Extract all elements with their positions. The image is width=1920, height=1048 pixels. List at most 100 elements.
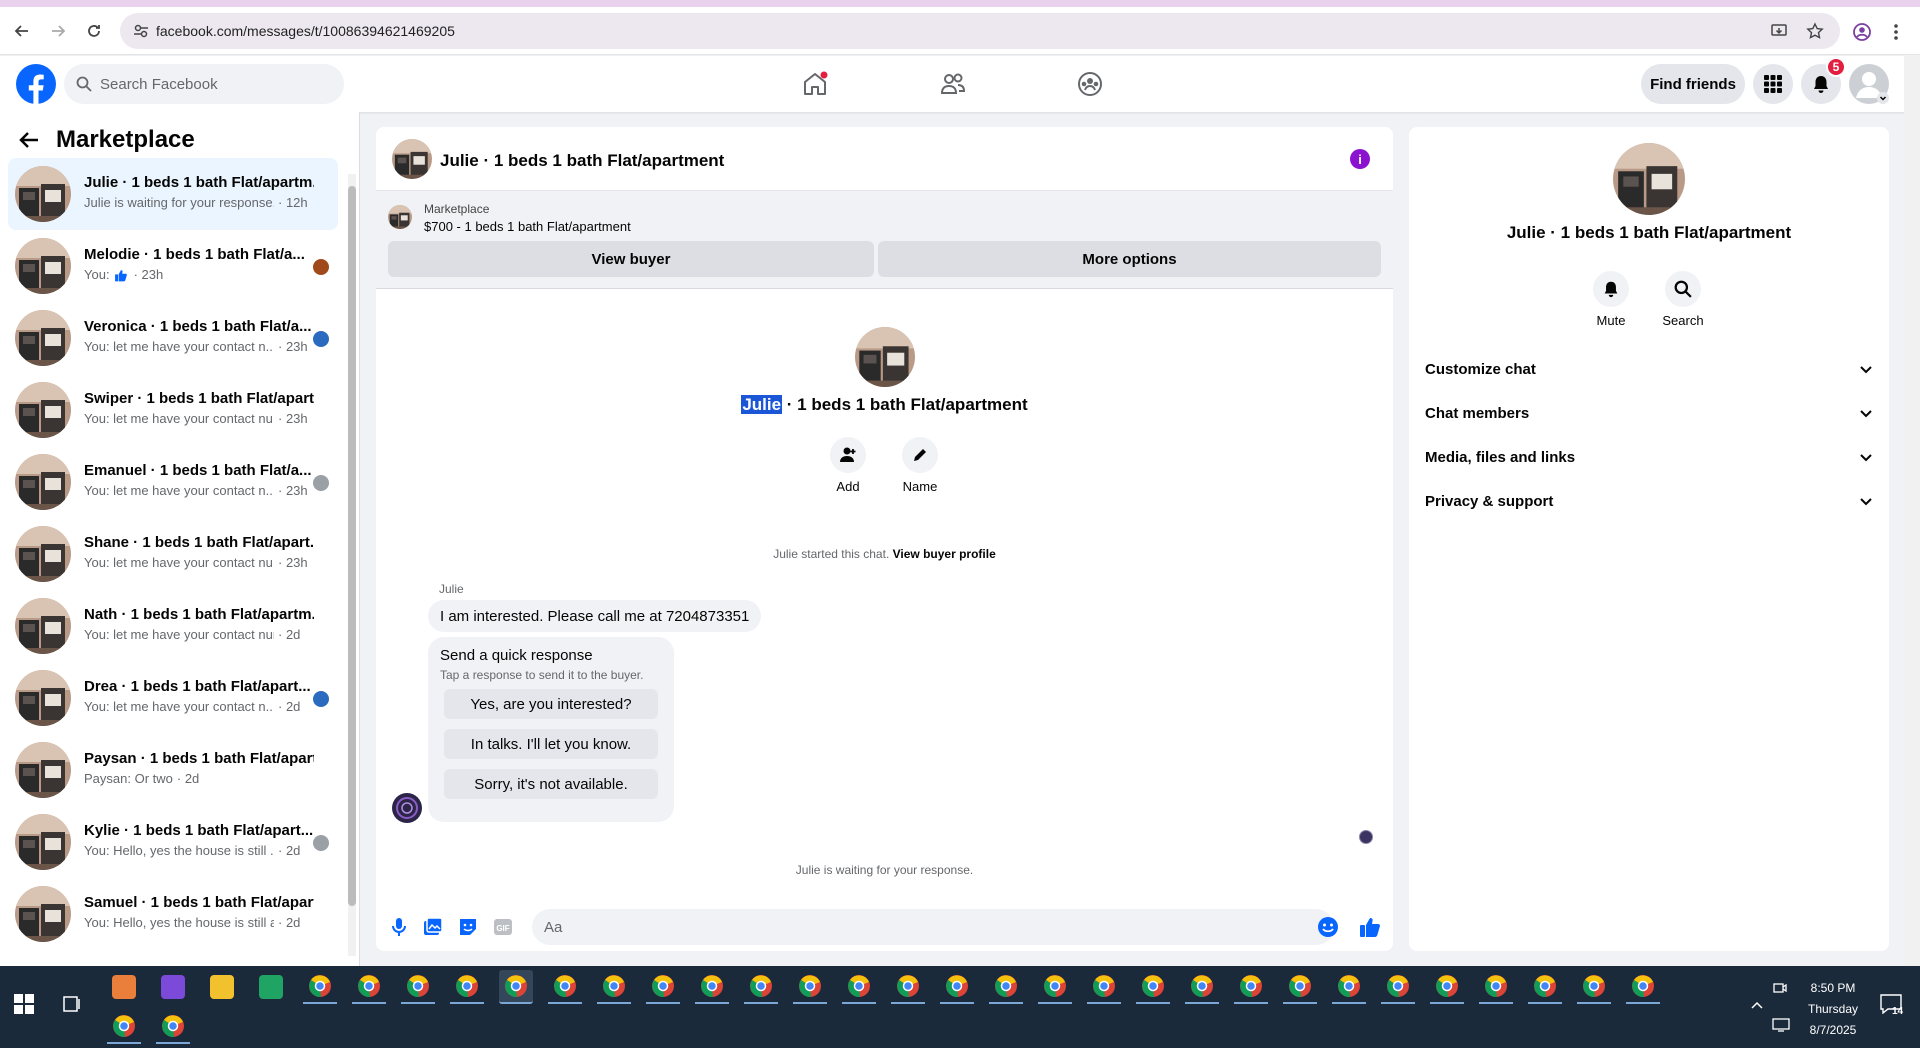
chrome-window-icon[interactable] [744,970,778,1004]
site-info-icon[interactable] [132,22,150,40]
account-chevron-icon[interactable] [1877,92,1889,104]
chrome-window-icon[interactable] [303,970,337,1004]
add-people-button[interactable]: Add [818,437,878,494]
page-scrollbar[interactable] [1904,56,1920,966]
chrome-window-icon[interactable] [1185,970,1219,1004]
quick-reply-button[interactable]: Yes, are you interested? [444,689,658,719]
sender-avatar[interactable] [392,793,422,823]
reload-icon[interactable] [82,19,106,43]
emoji-icon[interactable] [1317,916,1339,938]
chrome-window-icon[interactable] [450,970,484,1004]
customize-chat-section[interactable]: Customize chat [1425,349,1873,389]
sticker-icon[interactable] [457,916,479,938]
windows-start-icon[interactable] [14,994,34,1014]
chrome-window-icon[interactable] [401,970,435,1004]
chrome-window-icon[interactable] [352,970,386,1004]
conversation-item[interactable]: Nath · 1 beds 1 bath Flat/apartm... You: … [8,590,338,662]
chrome-window-icon[interactable] [695,970,729,1004]
network-monitor-icon[interactable] [1772,1018,1790,1032]
chat-members-section[interactable]: Chat members [1425,393,1873,433]
address-bar[interactable]: facebook.com/messages/t/1008639462146920… [120,13,1840,49]
chrome-window-icon[interactable] [793,970,827,1004]
search-conversation-button[interactable]: Search [1653,271,1713,328]
back-arrow-icon[interactable] [18,130,40,150]
message-input[interactable]: Aa [532,909,1334,945]
groups-nav-icon[interactable] [1074,68,1106,100]
listing-price[interactable]: $700 - 1 beds 1 bath Flat/apartment [424,219,631,234]
chrome-window-icon[interactable] [548,970,582,1004]
chrome-window-icon[interactable] [156,1010,190,1044]
chrome-window-icon[interactable] [1577,970,1611,1004]
sidebar-scrollbar[interactable] [348,174,356,956]
info-icon[interactable]: i [1350,149,1370,169]
media-files-links-section[interactable]: Media, files and links [1425,437,1873,477]
browser-menu-icon[interactable] [1893,22,1899,42]
chrome-window-icon[interactable] [940,970,974,1004]
back-icon[interactable] [10,19,34,43]
conversation-item[interactable]: Julie · 1 beds 1 bath Flat/apartm... Juli… [8,158,338,230]
tray-chevron-up-icon[interactable] [1750,1000,1764,1010]
taskbar-app-icon[interactable] [107,970,141,1004]
facebook-search-input[interactable]: Search Facebook [64,64,344,104]
conversation-item[interactable]: Drea · 1 beds 1 bath Flat/apart... You: l… [8,662,338,734]
taskbar-clock[interactable]: 8:50 PM Thursday 8/7/2025 [1797,978,1869,1041]
more-options-button[interactable]: More options [878,241,1381,277]
thumbs-up-icon[interactable] [1359,916,1381,938]
scrollbar-thumb[interactable] [348,186,356,906]
taskbar-app-icon[interactable] [254,970,288,1004]
chrome-window-icon[interactable] [989,970,1023,1004]
quick-reply-button[interactable]: In talks. I'll let you know. [444,729,658,759]
privacy-support-section[interactable]: Privacy & support [1425,481,1873,521]
chrome-window-icon[interactable] [646,970,680,1004]
name-chat-button[interactable]: Name [890,437,950,494]
chrome-window-icon[interactable] [1626,970,1660,1004]
friends-nav-icon[interactable] [937,68,969,100]
forward-icon[interactable] [46,19,70,43]
microphone-icon[interactable] [388,916,410,938]
chrome-window-icon[interactable] [1087,970,1121,1004]
gif-icon[interactable]: GIF [492,916,514,938]
taskbar-app-icon[interactable] [156,970,190,1004]
taskbar-app-icon[interactable] [205,970,239,1004]
view-buyer-button[interactable]: View buyer [388,241,874,277]
chat-title[interactable]: Julie · 1 beds 1 bath Flat/apartment [440,151,724,171]
quick-reply-button[interactable]: Sorry, it's not available. [444,769,658,799]
install-app-icon[interactable] [1770,22,1788,40]
chrome-window-icon[interactable] [499,970,533,1004]
conversation-item[interactable]: Kylie · 1 beds 1 bath Flat/apart... You: … [8,806,338,878]
bookmark-star-icon[interactable] [1806,22,1824,40]
chrome-window-icon[interactable] [1234,970,1268,1004]
conversation-item[interactable]: Emanuel · 1 beds 1 bath Flat/a... You: le… [8,446,338,518]
profile-icon[interactable] [1852,22,1872,42]
mute-button[interactable]: Mute [1581,271,1641,328]
listing-thumbnail[interactable] [392,139,432,179]
chrome-window-icon[interactable] [1430,970,1464,1004]
conversation-item[interactable]: Swiper · 1 beds 1 bath Flat/apart... You:… [8,374,338,446]
action-center-button[interactable]: 14 [1880,994,1903,1017]
home-nav-icon[interactable] [799,68,831,100]
conversation-item[interactable]: Samuel · 1 beds 1 bath Flat/apart... You:… [8,878,338,950]
chrome-window-icon[interactable] [1283,970,1317,1004]
conversation-item[interactable]: Melodie · 1 beds 1 bath Flat/a... You: · 2… [8,230,338,302]
message-bubble[interactable]: I am interested. Please call me at 72048… [428,600,762,632]
meet-now-icon[interactable] [1772,980,1788,996]
conversation-item[interactable]: Paysan · 1 beds 1 bath Flat/apart... Pays… [8,734,338,806]
conversation-item[interactable]: Veronica · 1 beds 1 bath Flat/a... You: l… [8,302,338,374]
menu-grid-icon[interactable] [1753,64,1793,104]
chrome-window-icon[interactable] [1332,970,1366,1004]
chrome-window-icon[interactable] [1381,970,1415,1004]
task-view-icon[interactable] [62,994,82,1014]
conversation-item[interactable]: Shane · 1 beds 1 bath Flat/apart... You: … [8,518,338,590]
chrome-window-icon[interactable] [891,970,925,1004]
view-buyer-profile-link[interactable]: View buyer profile [893,547,996,561]
chrome-window-icon[interactable] [597,970,631,1004]
chrome-window-icon[interactable] [1528,970,1562,1004]
chrome-window-icon[interactable] [1479,970,1513,1004]
photo-icon[interactable] [422,916,444,938]
chrome-window-icon[interactable] [842,970,876,1004]
chrome-window-icon[interactable] [1136,970,1170,1004]
facebook-logo-icon[interactable] [16,64,56,104]
chrome-window-icon[interactable] [1038,970,1072,1004]
chrome-window-icon[interactable] [107,1010,141,1044]
find-friends-button[interactable]: Find friends [1641,64,1745,104]
